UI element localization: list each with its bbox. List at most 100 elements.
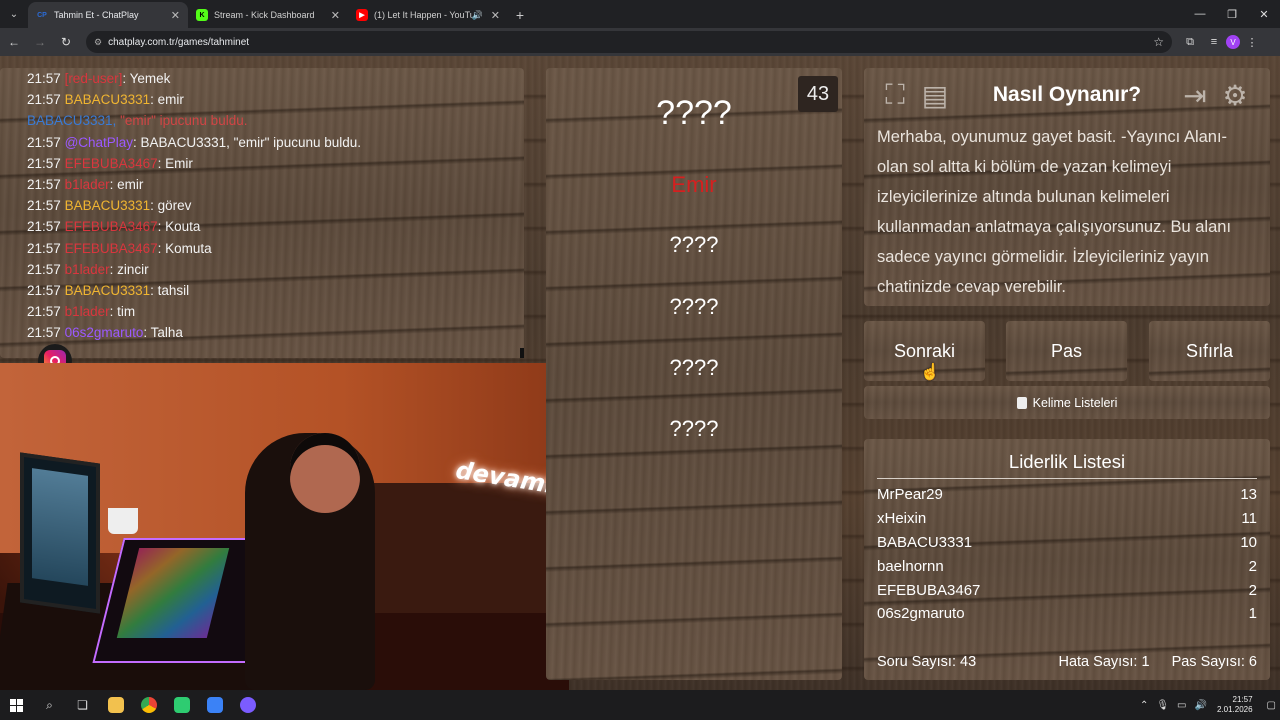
help-description: Merhaba, oyunumuz gayet basit. -Yayıncı … (877, 128, 1232, 296)
leaderboard-player-name: MrPear29 (877, 486, 943, 504)
volume-icon[interactable]: 🔊 (1195, 700, 1207, 711)
windows-taskbar: ⌕ ❏ ⌃ 🎙 ▭ 🔊 21:57 2.01.2026 ▢ (0, 690, 1280, 720)
chat-timestamp: 21:57 (27, 325, 61, 341)
chat-username[interactable]: b1lader (65, 177, 110, 192)
chat-message: 21:57 [red-user]: Yemek (27, 68, 524, 89)
tab-youtube[interactable]: ▶ (1) Let It Happen - YouTube 🔊 ✕ (348, 2, 508, 28)
chat-username[interactable]: BABACU3331 (65, 283, 151, 298)
microphone-icon[interactable]: 🎙 (1156, 700, 1169, 711)
settings-gear-icon[interactable]: ⚙ (1217, 78, 1253, 112)
leaderboard-player-score: 2 (1248, 557, 1257, 575)
fullscreen-icon[interactable]: ⛶ (877, 78, 913, 112)
chat-timestamp: 21:57 (27, 261, 61, 277)
chat-message: 21:57 EFEBUBA3467: Komuta (27, 238, 524, 259)
bookmark-star-icon[interactable]: ☆ (1153, 35, 1164, 49)
leaderboard-row: xHeixin 11 (877, 507, 1257, 531)
profile-avatar[interactable]: V (1226, 35, 1240, 49)
leaderboard-row: MrPear29 13 (877, 483, 1257, 507)
how-to-play-panel: ⛶ ▤ Nasıl Oynanır? ⇥ ⚙ Merhaba, oyunumuz… (864, 68, 1270, 306)
restore-icon[interactable]: ❐ (1216, 0, 1248, 28)
discord-icon[interactable] (231, 690, 264, 720)
chat-username[interactable]: EFEBUBA3467 (65, 219, 158, 234)
leaderboard-list[interactable]: MrPear29 13 xHeixin 11 BABACU3331 10 baelnornn… (877, 479, 1257, 626)
notes-icon[interactable]: ▤ (917, 78, 953, 112)
chat-username[interactable]: EFEBUBA3467 (65, 241, 158, 256)
chat-message: 21:57 BABACU3331: emir (27, 89, 524, 110)
word-lists-label: Kelime Listeleri (1032, 395, 1118, 410)
clock-time: 21:57 (1232, 695, 1253, 704)
chat-username[interactable]: BABACU3331 (65, 198, 151, 213)
menu-kebab-icon[interactable]: ⋮ (1240, 30, 1264, 54)
streaming-app-icon[interactable] (165, 690, 198, 720)
chat-username[interactable]: [red-user] (65, 71, 123, 86)
new-tab-button[interactable]: + (508, 2, 532, 28)
chat-username[interactable]: BABACU3331 (65, 92, 151, 107)
reload-icon[interactable]: ↻ (54, 30, 78, 54)
minimize-icon[interactable]: — (1184, 0, 1216, 28)
reset-button[interactable]: Sıfırla (1149, 321, 1270, 381)
chat-message-text: : Yemek (122, 71, 171, 86)
leaderboard-player-score: 13 (1240, 486, 1257, 504)
chat-timestamp: 21:57 (27, 219, 61, 235)
chat-message-text: : Kouta (157, 219, 201, 235)
windows-start-icon[interactable] (0, 690, 33, 720)
notifications-icon[interactable]: ▢ (1267, 700, 1276, 711)
chat-username[interactable]: BABACU3331, (27, 113, 116, 128)
system-clock[interactable]: 21:57 2.01.2026 (1217, 695, 1253, 715)
chat-message-text: : tahsil (150, 282, 190, 298)
close-tab-icon[interactable]: ✕ (331, 9, 340, 22)
task-view-icon[interactable]: ❏ (66, 690, 99, 720)
address-bar[interactable]: ⚙ chatplay.com.tr/games/tahminet ☆ (86, 31, 1172, 53)
webcam-monitor (20, 452, 100, 614)
chat-message: 21:57 BABACU3331: görev (27, 195, 524, 216)
tab-kick-dashboard[interactable]: K Stream - Kick Dashboard ✕ (188, 2, 348, 28)
chat-scrollbar[interactable] (520, 348, 524, 358)
forward-arrow-icon[interactable]: → (28, 30, 52, 54)
chat-message: BABACU3331, "emir" ipucunu buldu. (27, 110, 524, 131)
app-icon[interactable] (198, 690, 231, 720)
tab-chatplay[interactable]: CP Tahmin Et - ChatPlay ✕ (28, 2, 188, 28)
chat-timestamp: 21:57 (27, 282, 61, 298)
file-explorer-icon[interactable] (99, 690, 132, 720)
site-info-icon[interactable]: ⚙ (94, 37, 102, 48)
search-icon[interactable]: ⌕ (33, 690, 66, 720)
chrome-icon[interactable] (132, 690, 165, 720)
network-icon[interactable]: ▭ (1177, 700, 1186, 711)
tab-search-icon[interactable]: ⌄ (0, 0, 28, 28)
kick-favicon-icon: K (196, 9, 208, 21)
clock-date: 2.01.2026 (1216, 705, 1253, 714)
chat-username[interactable]: 06s2gmaruto (65, 325, 144, 340)
chat-timestamp: 21:57 (27, 92, 61, 108)
webcam-overlay: devamke lo (0, 363, 569, 690)
reading-list-icon[interactable]: ≡ (1202, 30, 1226, 54)
url-text[interactable]: chatplay.com.tr/games/tahminet (108, 37, 1153, 48)
chat-timestamp: 21:57 (27, 71, 61, 86)
pass-button[interactable]: Pas (1006, 321, 1127, 381)
chat-username[interactable]: b1lader (65, 262, 110, 277)
back-arrow-icon[interactable]: ← (2, 30, 26, 54)
leaderboard-player-score: 2 (1248, 581, 1257, 599)
close-tab-icon[interactable]: ✕ (491, 9, 500, 22)
chat-message-text: : Komuta (157, 240, 212, 256)
chat-username[interactable]: EFEBUBA3467 (65, 156, 158, 171)
exit-icon[interactable]: ⇥ (1177, 78, 1213, 112)
close-window-icon[interactable]: ✕ (1248, 0, 1280, 28)
leaderboard-title: Liderlik Listesi (877, 439, 1257, 479)
hidden-hint-word: ???? (669, 232, 719, 257)
leaderboard-player-score: 11 (1241, 510, 1257, 528)
audio-playing-icon[interactable]: 🔊 (472, 10, 483, 21)
found-hint-word: Emir (671, 172, 717, 197)
close-tab-icon[interactable]: ✕ (171, 9, 180, 22)
hidden-hint-word: ???? (669, 416, 719, 441)
browser-toolbar: ← → ↻ ⚙ chatplay.com.tr/games/tahminet ☆… (0, 28, 1280, 56)
toolbar-right: ⧉ ≡ V ⋮ (1178, 30, 1264, 54)
chat-message: 21:57 EFEBUBA3467: Emir (27, 153, 524, 174)
chat-username[interactable]: @ChatPlay (65, 135, 133, 150)
tab-title: Stream - Kick Dashboard (214, 10, 315, 20)
word-lists-button[interactable]: Kelime Listeleri (864, 386, 1270, 419)
tray-chevron-icon[interactable]: ⌃ (1140, 700, 1148, 711)
chat-username[interactable]: b1lader (65, 304, 110, 319)
words-panel: 43 ???? Emir ???? ???? ???? ???? (546, 68, 842, 680)
clipboard-icon (1016, 396, 1027, 409)
extensions-icon[interactable]: ⧉ (1178, 30, 1202, 54)
